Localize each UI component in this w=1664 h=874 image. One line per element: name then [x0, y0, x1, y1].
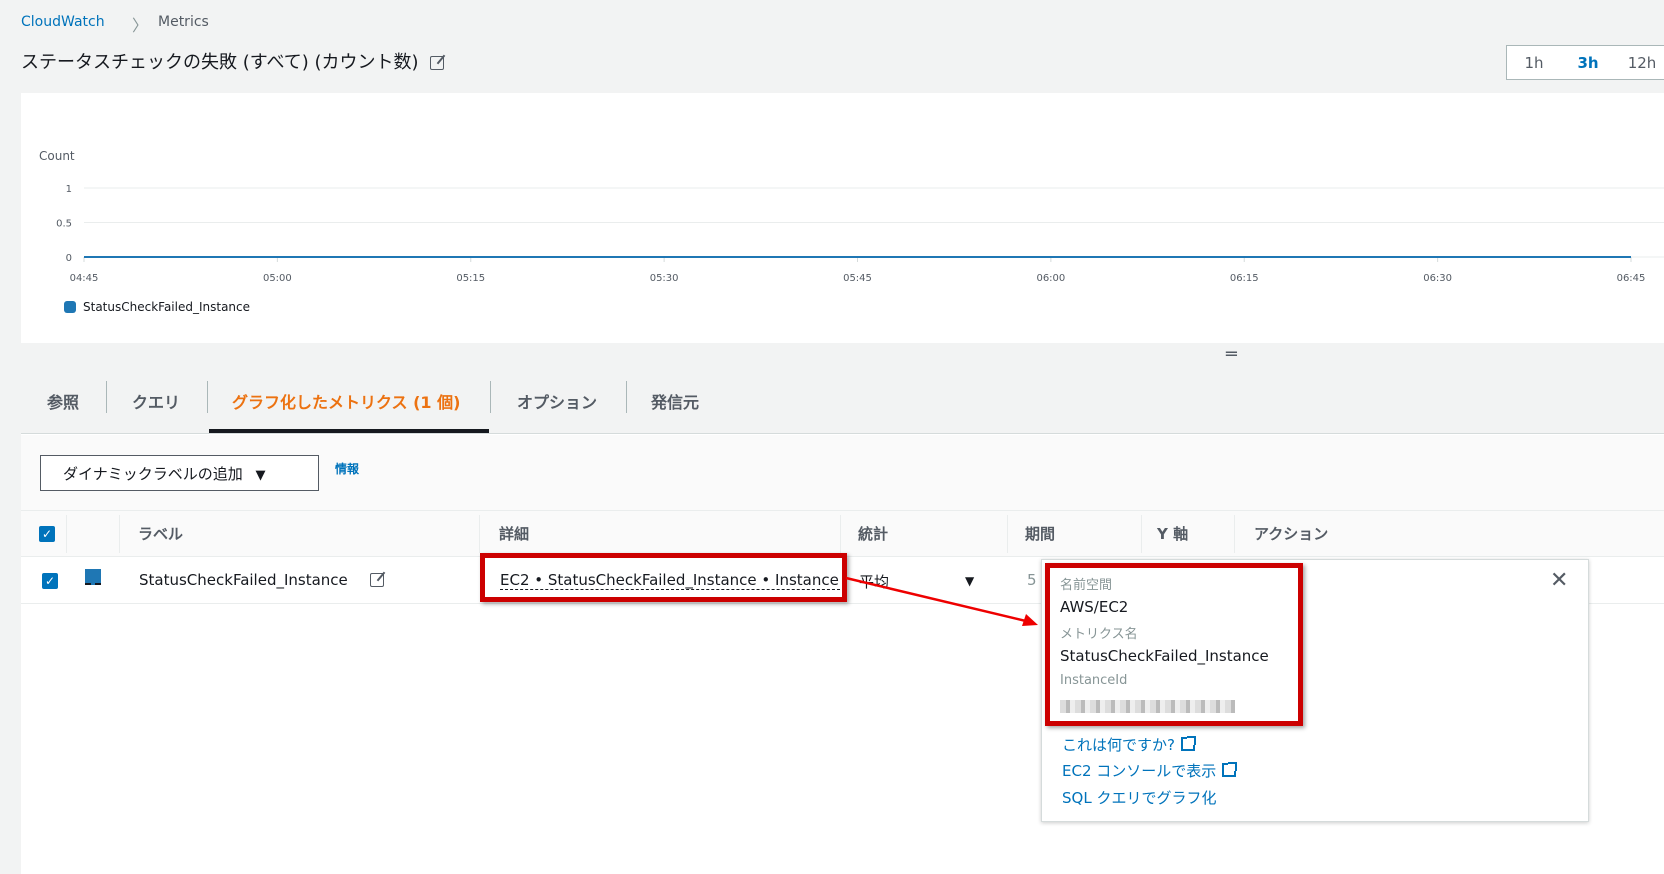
x-tick-label: 04:45 [70, 273, 99, 284]
caret-down-icon: ▼ [255, 468, 266, 483]
select-all-checkbox[interactable]: ✓ [39, 526, 55, 542]
edit-icon[interactable] [370, 573, 384, 587]
chevron-right-icon: 〉 [132, 16, 149, 35]
breadcrumb-cloudwatch[interactable]: CloudWatch [21, 14, 105, 30]
link-text: EC2 コンソールで表示 [1062, 762, 1217, 780]
y-axis-label: Count [39, 149, 75, 163]
legend-label: StatusCheckFailed_Instance [83, 300, 250, 314]
header-period: 期間 [1025, 525, 1056, 543]
button-label: ダイナミックラベルの追加 [63, 465, 243, 483]
tab-source[interactable]: 発信元 [651, 389, 699, 413]
external-link-icon [1180, 736, 1196, 751]
column-divider [1234, 515, 1235, 553]
header-statistic: 統計 [858, 525, 889, 543]
row-label: StatusCheckFailed_Instance [139, 571, 348, 589]
chart-panel: Count 1 0.5 0 04:45 05:00 05:15 05:30 05:45 06:00… [21, 93, 1664, 343]
tab-options[interactable]: オプション [517, 389, 597, 413]
time-3h[interactable]: 3h [1561, 54, 1615, 72]
x-tick-label: 05:15 [456, 273, 485, 284]
time-range-selector: 1h 3h 12h [1506, 45, 1664, 80]
table-header: ✓ ラベル 詳細 統計 期間 Y 軸 アクション [21, 510, 1664, 557]
breadcrumb-metrics: Metrics [158, 14, 209, 30]
column-divider [479, 515, 480, 553]
tab-browse[interactable]: 参照 [47, 389, 79, 413]
tab-divider [490, 381, 491, 413]
highlight-box [1045, 563, 1303, 726]
graph-with-sql-link[interactable]: SQL クエリでグラフ化 [1062, 787, 1216, 808]
header-details: 詳細 [499, 525, 530, 543]
time-1h[interactable]: 1h [1507, 54, 1561, 72]
link-text: これは何ですか? [1062, 736, 1175, 754]
x-tick-label: 05:45 [843, 273, 872, 284]
resize-handle[interactable]: ═ [1226, 344, 1237, 365]
tab-divider [207, 381, 208, 413]
external-link-icon [1222, 762, 1238, 777]
y-tick-label: 0 [66, 253, 72, 264]
view-in-ec2-console-link[interactable]: EC2 コンソールで表示 [1062, 760, 1238, 781]
column-divider [1141, 515, 1142, 553]
graph-title: ステータスチェックの失敗 (すべて) (カウント数) [21, 52, 419, 73]
tab-graphed-metrics[interactable]: グラフ化したメトリクス (1 個) [232, 389, 460, 413]
legend-swatch [64, 301, 76, 313]
header-y-axis: Y 軸 [1157, 525, 1189, 543]
x-tick-label: 06:45 [1617, 273, 1646, 284]
tabs: 参照 クエリ グラフ化したメトリクス (1 個) オプション 発信元 [21, 375, 1664, 434]
time-12h[interactable]: 12h [1615, 54, 1664, 72]
y-tick-label: 0.5 [56, 219, 72, 230]
column-divider [840, 515, 841, 553]
tab-query[interactable]: クエリ [132, 389, 180, 413]
annotation-arrow [845, 576, 1038, 626]
edit-icon[interactable] [430, 56, 445, 70]
x-tick-label: 05:30 [650, 273, 679, 284]
tab-divider [626, 381, 627, 413]
tab-divider [106, 381, 107, 413]
what-is-this-link[interactable]: これは何ですか? [1062, 734, 1196, 755]
highlight-box [480, 553, 847, 602]
close-icon[interactable]: ✕ [1550, 568, 1568, 593]
info-link[interactable]: 情報 [335, 460, 359, 477]
row-checkbox[interactable]: ✓ [42, 573, 58, 589]
page-title: ステータスチェックの失敗 (すべて) (カウント数) [21, 48, 445, 74]
column-divider [1007, 515, 1008, 553]
column-divider [119, 515, 120, 553]
add-dynamic-label-button[interactable]: ダイナミックラベルの追加 ▼ [40, 455, 319, 491]
header-actions: アクション [1254, 525, 1329, 543]
chart: Count 1 0.5 0 04:45 05:00 05:15 05:30 05:45 06:00… [39, 149, 1664, 314]
column-divider [66, 515, 67, 553]
y-tick-label: 1 [66, 184, 72, 195]
header-label: ラベル [138, 525, 184, 543]
x-tick-label: 06:00 [1036, 273, 1065, 284]
color-swatch[interactable] [85, 569, 101, 585]
active-tab-indicator [209, 429, 489, 433]
x-tick-label: 05:00 [263, 273, 292, 284]
x-tick-label: 06:30 [1423, 273, 1452, 284]
x-tick-label: 06:15 [1230, 273, 1259, 284]
